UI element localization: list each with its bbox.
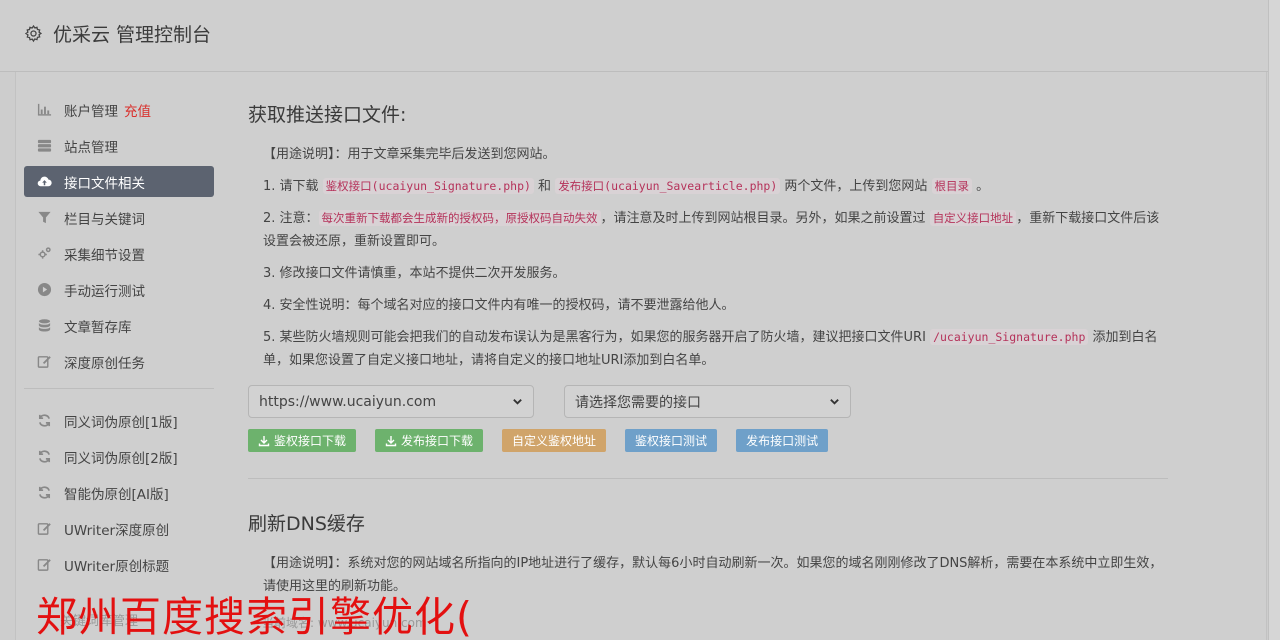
code-signature-uri: /ucaiyun_Signature.php [930,329,1089,345]
brand[interactable]: 优采云 管理控制台 [24,20,211,47]
sidebar-item-account[interactable]: 账户管理 充值 [24,94,214,125]
site-select[interactable]: https://www.ucaiyun.com [248,385,534,418]
sidebar-item-uwriter-title[interactable]: UWriter原创标题 [24,549,214,580]
cloud-upload-icon [36,174,52,190]
sidebar-item-label: 文章暂存库 [64,319,132,336]
custom-auth-button[interactable]: 自定义鉴权地址 [502,429,607,452]
filter-icon [36,210,52,226]
sidebar-item-label: 账户管理 [64,103,118,120]
button-label: 鉴权接口下载 [274,434,347,448]
site-select-value: https://www.ucaiyun.com [259,393,437,410]
button-row: 鉴权接口下载 发布接口下载 自定义鉴权地址 鉴权接口测试 发布接口测试 [248,429,1168,452]
code-auth-warning: 每次重新下载都会生成新的授权码，原授权码自动失效 [318,210,601,226]
edit-icon [36,354,52,370]
button-label: 自定义鉴权地址 [512,434,597,448]
sidebar-item-label: UWriter深度原创 [64,522,170,539]
sidebar-item-ai-rewrite[interactable]: 智能伪原创[AI版] [24,477,214,508]
step-text: 和 [533,179,556,194]
chevron-down-icon [513,399,522,405]
step-text: 两个文件，上传到您网站 [780,179,932,194]
sidebar-item-uwriter-original[interactable]: UWriter深度原创 [24,513,214,544]
sidebar-item-label: UWriter原创标题 [64,558,170,575]
sidebar-item-label: 同义词伪原创[1版] [64,414,178,431]
edit-icon [36,521,52,537]
watermark-overlay: 郑州百度搜索引擎优化( [36,593,473,640]
code-publish-file: 发布接口(ucaiyun_Savearticle.php) [555,178,781,194]
step-text: 1. 请下载 [263,179,323,194]
sidebar-item-label: 同义词伪原创[2版] [64,450,178,467]
test-auth-button[interactable]: 鉴权接口测试 [625,429,718,452]
section-title-dns: 刷新DNS缓存 [248,513,365,535]
recharge-link[interactable]: 充值 [124,100,151,120]
refresh-icon [36,413,52,429]
section-title-api-files: 获取推送接口文件: [248,104,407,126]
gear-icon [24,24,43,43]
sidebar-item-label: 接口文件相关 [64,175,145,192]
test-publish-button[interactable]: 发布接口测试 [736,429,829,452]
step-3: 3. 修改接口文件请慎重，本站不提供二次开发服务。 [263,266,566,281]
refresh-icon [36,449,52,465]
cogs-icon [36,246,52,262]
step-text: 2. 注意： [263,211,319,226]
usage-note: 【用途说明】：用于文章采集完毕后发送到您网站。 [263,147,556,162]
download-icon [258,435,270,446]
download-auth-button[interactable]: 鉴权接口下载 [248,429,357,452]
play-circle-icon [36,282,52,298]
code-custom-address: 自定义接口地址 [929,210,1017,226]
server-icon [36,138,52,154]
select-row: https://www.ucaiyun.com 请选择您需要的接口 [248,385,1168,418]
sidebar-item-manual-run[interactable]: 手动运行测试 [24,274,214,305]
sidebar-item-label: 智能伪原创[AI版] [64,486,169,503]
scrollbar[interactable] [1268,0,1280,640]
sidebar-item-columns-keywords[interactable]: 栏目与关键词 [24,202,214,233]
sidebar-item-synonym-v1[interactable]: 同义词伪原创[1版] [24,405,214,436]
step-text: 。 [972,179,990,194]
sidebar-item-label: 采集细节设置 [64,247,145,264]
chevron-down-icon [830,399,839,405]
refresh-icon [36,485,52,501]
bar-chart-icon [36,102,52,118]
sidebar-item-label: 站点管理 [64,139,118,156]
sidebar: 账户管理 充值 站点管理 接口文件相关 栏目与关键词 采集细节设置 手动运行测试… [24,94,214,585]
top-bar: 优采云 管理控制台 [0,0,1268,72]
edit-icon [36,557,52,573]
sidebar-item-api-files[interactable]: 接口文件相关 [24,166,214,197]
sidebar-item-label: 栏目与关键词 [64,211,145,228]
step-text: ，请注意及时上传到网站根目录。另外，如果之前设置过 [600,211,930,226]
step-text: 5. 某些防火墙规则可能会把我们的自动发布误认为是黑客行为，如果您的服务器开启了… [263,330,931,345]
sidebar-item-synonym-v2[interactable]: 同义词伪原创[2版] [24,441,214,472]
code-root-dir: 根目录 [931,178,973,194]
download-publish-button[interactable]: 发布接口下载 [375,429,484,452]
sidebar-item-label: 深度原创任务 [64,355,145,372]
sidebar-divider [24,388,214,389]
download-icon [385,435,397,446]
button-label: 发布接口下载 [401,434,474,448]
main-content: 获取推送接口文件: 【用途说明】：用于文章采集完毕后发送到您网站。 1. 请下载… [248,100,1168,607]
sidebar-item-label: 手动运行测试 [64,283,145,300]
step-1: 1. 请下载 鉴权接口(ucaiyun_Signature.php) 和 发布接… [248,175,1168,198]
api-select-value: 请选择您需要的接口 [575,394,701,411]
sidebar-item-sites[interactable]: 站点管理 [24,130,214,161]
code-auth-file: 鉴权接口(ucaiyun_Signature.php) [322,178,534,194]
step-5: 5. 某些防火墙规则可能会把我们的自动发布误认为是黑客行为，如果您的服务器开启了… [248,326,1168,372]
database-icon [36,318,52,334]
step-2: 2. 注意： 每次重新下载都会生成新的授权码，原授权码自动失效 ，请注意及时上传到网… [248,207,1168,253]
sidebar-item-article-store[interactable]: 文章暂存库 [24,310,214,341]
sidebar-item-collect-settings[interactable]: 采集细节设置 [24,238,214,269]
button-label: 鉴权接口测试 [635,434,708,448]
sidebar-item-deep-original[interactable]: 深度原创任务 [24,346,214,377]
app-title: 优采云 管理控制台 [53,24,212,46]
section-divider [248,478,1168,479]
step-4: 4. 安全性说明：每个域名对应的接口文件内有唯一的授权码，请不要泄露给他人。 [263,298,735,313]
api-select[interactable]: 请选择您需要的接口 [564,385,851,418]
button-label: 发布接口测试 [746,434,819,448]
